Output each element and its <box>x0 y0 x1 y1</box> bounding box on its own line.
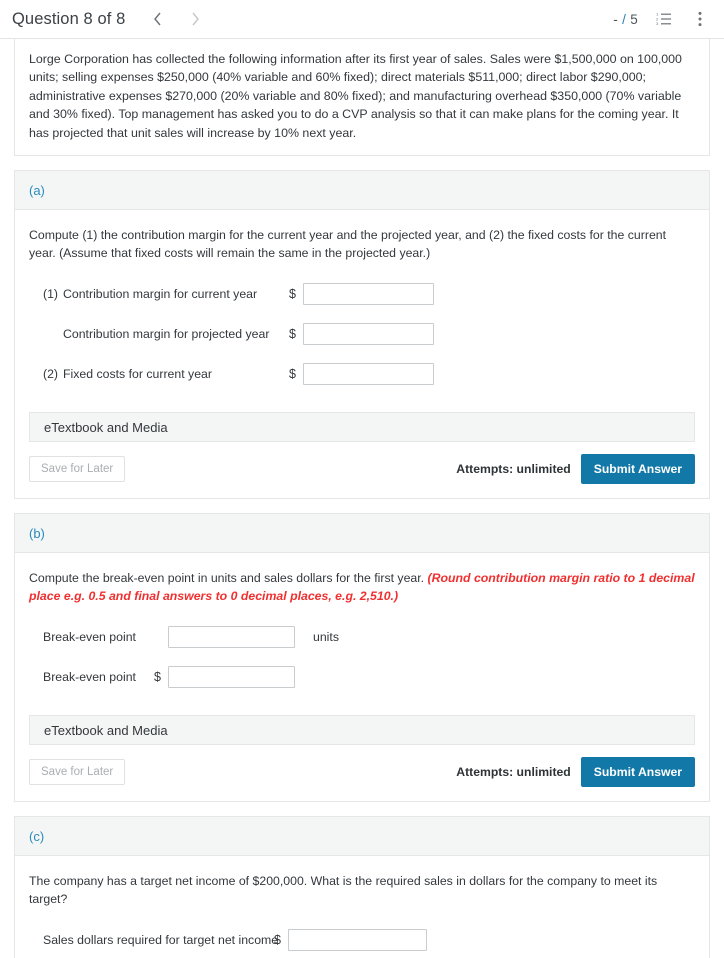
part-c-instruction-text: The company has a target net income of $… <box>29 874 658 907</box>
part-b-letter: (b) <box>29 525 45 541</box>
answer-row: Break-even point units <box>29 617 695 657</box>
part-a-letter: (a) <box>29 182 45 198</box>
etextbook-label: eTextbook and Media <box>44 419 168 435</box>
part-a-header: (a) <box>14 170 710 211</box>
question-header: Question 8 of 8 - / 5 1 2 3 <box>0 0 724 39</box>
fixed-costs-current-year-input[interactable] <box>303 363 434 386</box>
row-label: Sales dollars required for target net in… <box>43 933 279 948</box>
row-number: (1) <box>43 287 59 302</box>
row-label: Break-even point <box>43 630 136 645</box>
submit-group: Attempts: unlimited Submit Answer <box>456 757 695 788</box>
break-even-point-dollars-input[interactable] <box>168 666 295 689</box>
submit-group: Attempts: unlimited Submit Answer <box>456 454 695 485</box>
part-b-instruction-text: Compute the break-even point in units an… <box>29 571 428 586</box>
part-a-answer-rows: (1) Contribution margin for current year… <box>29 274 695 394</box>
part-c-instruction: The company has a target net income of $… <box>29 872 695 908</box>
part-b-actions: Save for Later Attempts: unlimited Submi… <box>29 745 695 801</box>
score-slash: / <box>618 11 631 27</box>
dollar-sign: $ <box>289 327 296 342</box>
score-total: 5 <box>630 11 638 27</box>
answer-row: Sales dollars required for target net in… <box>29 920 695 958</box>
chevron-right-icon[interactable] <box>181 6 209 32</box>
contribution-margin-projected-year-input[interactable] <box>303 323 434 346</box>
attempts-label: Attempts: unlimited <box>456 462 571 477</box>
dollar-sign: $ <box>274 933 281 948</box>
part-a-body: Compute (1) the contribution margin for … <box>14 210 710 500</box>
row-label: Contribution margin for projected year <box>63 327 270 342</box>
answer-row: (2) Fixed costs for current year $ <box>29 354 695 394</box>
part-b-body: Compute the break-even point in units an… <box>14 553 710 803</box>
submit-answer-button[interactable]: Submit Answer <box>580 757 695 788</box>
part-a-actions: Save for Later Attempts: unlimited Submi… <box>29 442 695 498</box>
etextbook-and-media-bar[interactable]: eTextbook and Media <box>29 412 695 443</box>
dollar-sign: $ <box>289 367 296 382</box>
save-for-later-button[interactable]: Save for Later <box>29 759 126 786</box>
answer-row: Contribution margin for projected year $ <box>29 314 695 354</box>
answer-row: (1) Contribution margin for current year… <box>29 274 695 314</box>
break-even-point-units-input[interactable] <box>168 626 295 649</box>
question-navigation <box>143 6 209 32</box>
numbered-list-icon[interactable]: 1 2 3 <box>654 9 674 29</box>
submit-answer-button[interactable]: Submit Answer <box>580 454 695 485</box>
sales-dollars-target-net-income-input[interactable] <box>288 929 427 952</box>
question-prompt-card: Lorge Corporation has collected the foll… <box>14 39 710 157</box>
kebab-menu-icon[interactable] <box>690 9 710 29</box>
part-c-answer-rows: Sales dollars required for target net in… <box>29 920 695 958</box>
header-right-group: - / 5 1 2 3 <box>613 9 710 29</box>
contribution-margin-current-year-input[interactable] <box>303 283 434 306</box>
part-b-answer-rows: Break-even point units Break-even point … <box>29 617 695 697</box>
part-a-instruction: Compute (1) the contribution margin for … <box>29 226 695 262</box>
part-b-header: (b) <box>14 513 710 554</box>
attempts-label: Attempts: unlimited <box>456 765 571 780</box>
page-title: Question 8 of 8 <box>12 9 126 28</box>
part-a-instruction-text: Compute (1) the contribution margin for … <box>29 228 667 261</box>
part-b: (b) Compute the break-even point in unit… <box>14 513 710 803</box>
save-for-later-button[interactable]: Save for Later <box>29 456 126 483</box>
dollar-sign: $ <box>154 670 161 685</box>
answer-row: Break-even point $ <box>29 657 695 697</box>
dollar-sign: $ <box>289 287 296 302</box>
part-c: (c) The company has a target net income … <box>14 816 710 958</box>
score-display: - / 5 <box>613 12 638 27</box>
row-label: Contribution margin for current year <box>63 287 258 302</box>
units-label: units <box>313 630 339 645</box>
chevron-left-icon[interactable] <box>143 6 171 32</box>
part-c-body: The company has a target net income of $… <box>14 856 710 958</box>
part-c-letter: (c) <box>29 828 45 844</box>
part-c-header: (c) <box>14 816 710 857</box>
row-number: (2) <box>43 367 59 382</box>
etextbook-label: eTextbook and Media <box>44 722 168 738</box>
etextbook-and-media-bar[interactable]: eTextbook and Media <box>29 715 695 746</box>
part-a: (a) Compute (1) the contribution margin … <box>14 170 710 500</box>
part-b-instruction: Compute the break-even point in units an… <box>29 569 695 605</box>
svg-text:3: 3 <box>656 21 659 26</box>
row-label: Fixed costs for current year <box>63 367 212 382</box>
row-label: Break-even point <box>43 670 136 685</box>
question-prompt-text: Lorge Corporation has collected the foll… <box>29 52 682 140</box>
